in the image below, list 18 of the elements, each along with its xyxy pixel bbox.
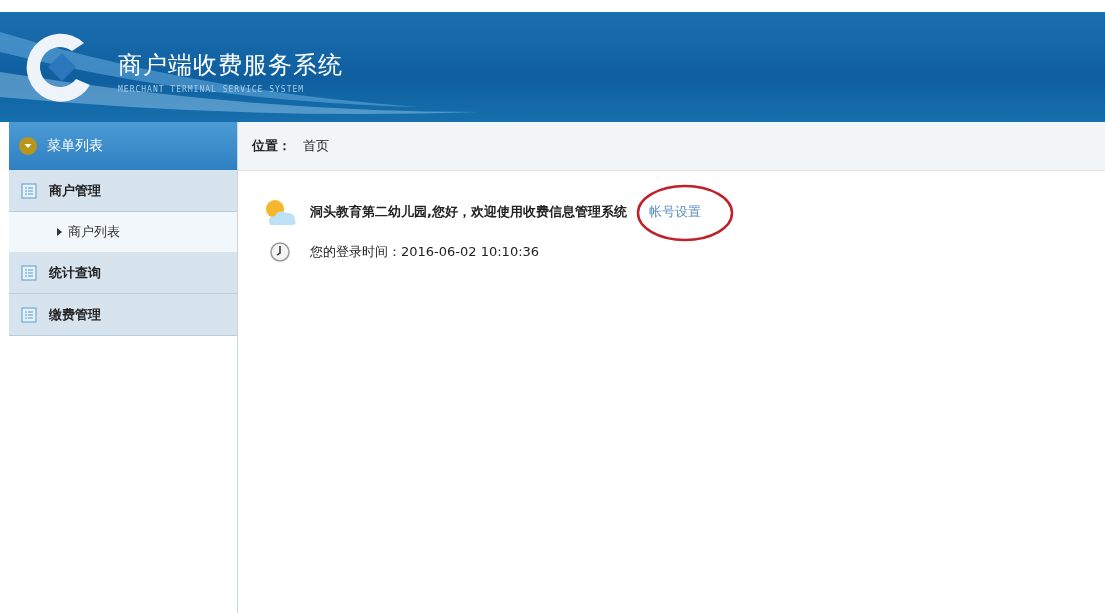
- triangle-icon: [57, 228, 62, 236]
- list-icon: [21, 306, 37, 323]
- expand-icon: [19, 137, 37, 155]
- clock-icon: [270, 241, 290, 263]
- location-label: 位置：: [252, 137, 291, 155]
- account-settings-link[interactable]: 帐号设置: [648, 204, 701, 219]
- menu-item[interactable]: 缴费管理: [9, 294, 237, 336]
- menu-title: 菜单列表: [47, 137, 103, 155]
- list-icon: [21, 182, 37, 199]
- menu-item[interactable]: 商户管理: [9, 170, 237, 212]
- menu-item[interactable]: 统计查询: [9, 252, 237, 294]
- app-subtitle: MERCHANT TERMINAL SERVICE SYSTEM: [118, 84, 306, 94]
- breadcrumb-current: 首页: [303, 137, 329, 155]
- login-time: 您的登录时间：2016-06-02 10:10:36: [310, 243, 540, 261]
- submenu-item[interactable]: 商户列表: [9, 212, 237, 252]
- welcome-message: 洞头教育第二幼儿园,您好，欢迎使用收费信息管理系统: [310, 203, 627, 221]
- list-icon: [21, 264, 37, 281]
- app-title: 商户端收费服务系统: [118, 49, 343, 81]
